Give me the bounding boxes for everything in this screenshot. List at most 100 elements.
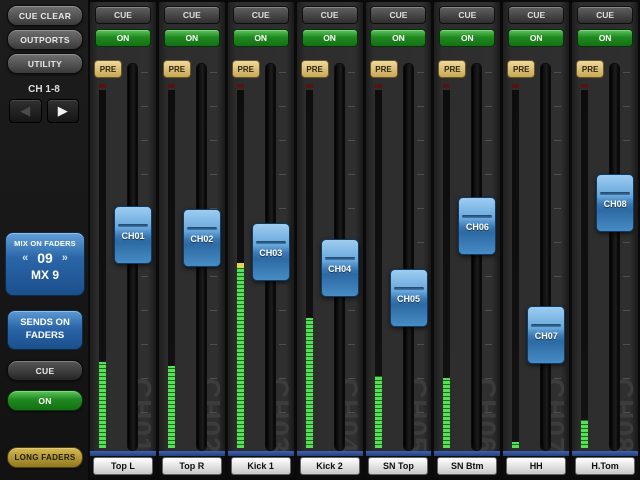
fader-cap-label: CH06	[459, 222, 495, 232]
channel-cue-button[interactable]: CUE	[233, 6, 289, 24]
level-meter	[237, 90, 244, 448]
meter-peak-indicator	[512, 84, 519, 88]
meter-peak-indicator	[237, 84, 244, 88]
arrow-left-icon: ◀	[20, 103, 30, 119]
channel-strip: CH02 CUE ON PRE CH02 Top R	[159, 2, 225, 478]
fader-cap[interactable]: CH04	[321, 239, 359, 297]
strip-color-bar	[572, 451, 638, 456]
channel-on-button[interactable]: ON	[370, 29, 426, 47]
fader-cap-label: CH05	[391, 294, 427, 304]
meter-peak-indicator	[375, 84, 382, 88]
sidebar: CUE CLEAR OUTPORTS UTILITY CH 1-8 ◀ ▶ MI…	[0, 0, 88, 480]
channel-on-button[interactable]: ON	[233, 29, 289, 47]
fader-cap-groove	[256, 241, 286, 244]
mix-prev-icon[interactable]: «	[22, 253, 28, 264]
channel-name[interactable]: HH	[506, 457, 566, 475]
strip-color-bar	[366, 451, 432, 456]
fader-cap[interactable]: CH01	[114, 206, 152, 264]
sends-on-faders-button[interactable]: SENDS ON FADERS	[7, 310, 83, 350]
pre-badge[interactable]: PRE	[576, 60, 604, 78]
pre-badge[interactable]: PRE	[370, 60, 398, 78]
level-meter	[99, 90, 106, 448]
channel-name[interactable]: SN Top	[368, 457, 428, 475]
channel-name[interactable]: H.Tom	[575, 457, 635, 475]
level-meter	[375, 90, 382, 448]
fader-cap-groove	[118, 224, 148, 227]
channel-strip: CH03 CUE ON PRE CH03 Kick 1	[228, 2, 294, 478]
fader-cap[interactable]: CH07	[527, 306, 565, 364]
fader-cap[interactable]: CH06	[458, 197, 496, 255]
mix-on-faders-title: MIX ON FADERS	[6, 239, 84, 248]
sends-line1: SENDS ON	[20, 317, 70, 330]
fader-scale-ticks	[417, 72, 424, 444]
outports-button[interactable]: OUTPORTS	[7, 29, 83, 50]
fader-scale-ticks	[623, 72, 630, 444]
channel-cue-button[interactable]: CUE	[508, 6, 564, 24]
channel-cue-button[interactable]: CUE	[577, 6, 633, 24]
channel-cue-button[interactable]: CUE	[164, 6, 220, 24]
fader-scale-ticks	[554, 72, 561, 444]
channel-strip: CH08 CUE ON PRE CH08 H.Tom	[572, 2, 638, 478]
channel-cue-button[interactable]: CUE	[370, 6, 426, 24]
fader-cap-groove	[600, 192, 630, 195]
long-faders-button[interactable]: LONG FADERS	[7, 447, 83, 468]
fader-cap[interactable]: CH05	[390, 269, 428, 327]
meter-peak-indicator	[443, 84, 450, 88]
fader-cap-label: CH02	[184, 234, 220, 244]
fader-track[interactable]	[404, 64, 413, 450]
master-on-button[interactable]: ON	[7, 390, 83, 411]
channel-on-button[interactable]: ON	[577, 29, 633, 47]
meter-tip	[237, 263, 244, 268]
channel-name[interactable]: Kick 1	[231, 457, 291, 475]
pre-badge[interactable]: PRE	[163, 60, 191, 78]
pre-badge[interactable]: PRE	[232, 60, 260, 78]
pre-badge[interactable]: PRE	[301, 60, 329, 78]
channel-strips: CH01 CUE ON PRE CH01 Top L CH02 CUE ON P…	[88, 0, 640, 480]
channel-on-button[interactable]: ON	[302, 29, 358, 47]
fader-track[interactable]	[472, 64, 481, 450]
strip-color-bar	[159, 451, 225, 456]
fader-cap[interactable]: CH08	[596, 174, 634, 232]
channel-name[interactable]: Top L	[93, 457, 153, 475]
meter-peak-indicator	[306, 84, 313, 88]
mix-on-faders-panel[interactable]: MIX ON FADERS « 09 » MX 9	[5, 232, 85, 296]
utility-button[interactable]: UTILITY	[7, 53, 83, 74]
channel-cue-button[interactable]: CUE	[95, 6, 151, 24]
channel-name[interactable]: Kick 2	[300, 457, 360, 475]
channel-name[interactable]: SN Btm	[437, 457, 497, 475]
channel-strip: CH04 CUE ON PRE CH04 Kick 2	[297, 2, 363, 478]
arrow-right-icon: ▶	[58, 103, 68, 119]
fader-track[interactable]	[541, 64, 550, 450]
mixer-app: CUE CLEAR OUTPORTS UTILITY CH 1-8 ◀ ▶ MI…	[0, 0, 640, 480]
fader-cap-label: CH03	[253, 248, 289, 258]
channel-strip: CH05 CUE ON PRE CH05 SN Top	[366, 2, 432, 478]
fader-cap-groove	[462, 215, 492, 218]
channel-on-button[interactable]: ON	[164, 29, 220, 47]
cue-clear-button[interactable]: CUE CLEAR	[7, 5, 83, 26]
meter-peak-indicator	[168, 84, 175, 88]
fader-cap-label: CH04	[322, 264, 358, 274]
channel-name[interactable]: Top R	[162, 457, 222, 475]
level-meter	[581, 90, 588, 448]
next-bank-button[interactable]: ▶	[47, 99, 80, 123]
channel-cue-button[interactable]: CUE	[302, 6, 358, 24]
fader-cap-groove	[394, 287, 424, 290]
previous-bank-button[interactable]: ◀	[9, 99, 42, 123]
channel-on-button[interactable]: ON	[439, 29, 495, 47]
fader-cap[interactable]: CH02	[183, 209, 221, 267]
fader-cap-groove	[325, 257, 355, 260]
pre-badge[interactable]: PRE	[438, 60, 466, 78]
fader-cap[interactable]: CH03	[252, 223, 290, 281]
channel-cue-button[interactable]: CUE	[439, 6, 495, 24]
strip-color-bar	[434, 451, 500, 456]
master-cue-button[interactable]: CUE	[7, 360, 83, 381]
pre-badge[interactable]: PRE	[507, 60, 535, 78]
strip-color-bar	[90, 451, 156, 456]
pre-badge[interactable]: PRE	[94, 60, 122, 78]
channel-on-button[interactable]: ON	[508, 29, 564, 47]
channel-on-button[interactable]: ON	[95, 29, 151, 47]
mix-next-icon[interactable]: »	[62, 253, 68, 264]
fader-track[interactable]	[610, 64, 619, 450]
strip-color-bar	[503, 451, 569, 456]
bank-navigation: ◀ ▶	[9, 99, 79, 123]
